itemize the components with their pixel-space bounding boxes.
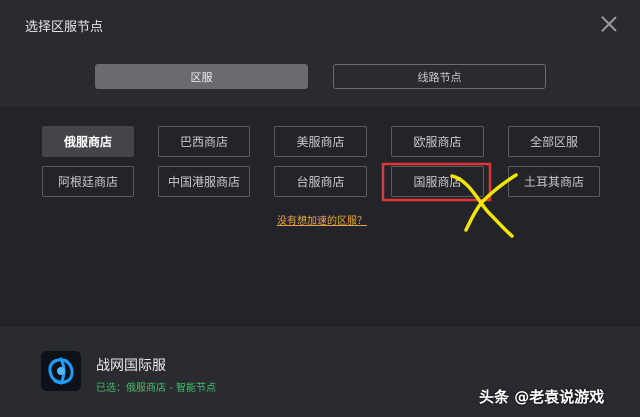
shop-all-regions-button[interactable]: 全部区服 — [508, 126, 600, 157]
shop-brazil-button[interactable]: 巴西商店 — [158, 126, 250, 157]
shop-eu-button[interactable]: 欧服商店 — [391, 126, 484, 157]
shop-taiwan-button[interactable]: 台服商店 — [274, 166, 367, 197]
shop-hongkong-button[interactable]: 中国港服商店 — [158, 166, 250, 197]
window-title: 选择区服节点 — [25, 20, 104, 35]
region-selector-header: 选择区服节点 区服 线路节点 — [0, 0, 640, 107]
shop-russia-button[interactable]: 俄服商店 — [42, 126, 134, 157]
battlenet-icon — [41, 351, 81, 391]
selected-status: 已选：俄服商店 - 智能节点 — [96, 383, 216, 394]
shop-argentina-button[interactable]: 阿根廷商店 — [42, 166, 134, 197]
tab-region[interactable]: 区服 — [95, 64, 308, 89]
shop-china-button[interactable]: 国服商店 — [391, 166, 484, 197]
close-icon[interactable] — [600, 15, 618, 33]
shop-turkey-button[interactable]: 土耳其商店 — [508, 166, 600, 197]
missing-region-link[interactable]: 没有想加速的区服？ — [277, 212, 367, 227]
game-name: 战网国际服 — [96, 358, 166, 374]
shop-us-button[interactable]: 美服商店 — [274, 126, 367, 157]
tab-route-node[interactable]: 线路节点 — [333, 64, 546, 89]
watermark-text: 头条 @老袁说游戏 — [479, 388, 605, 406]
